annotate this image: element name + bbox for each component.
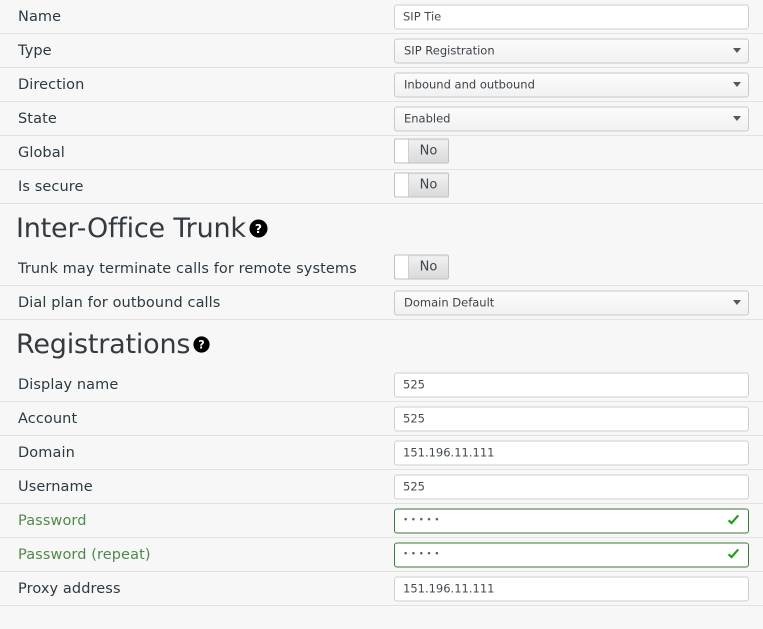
- account-input-wrap: [394, 406, 749, 431]
- form-row-name: Name: [0, 0, 763, 34]
- proxy-address-input[interactable]: [394, 576, 749, 601]
- domain-input[interactable]: [394, 440, 749, 465]
- form-row-type: Type SIP Registration: [0, 34, 763, 68]
- control-type: SIP Registration: [394, 38, 749, 63]
- state-select[interactable]: Enabled: [394, 106, 749, 131]
- chevron-down-icon: [733, 116, 741, 121]
- account-input[interactable]: [394, 406, 749, 431]
- form-row-account: Account: [0, 402, 763, 436]
- control-state: Enabled: [394, 106, 749, 131]
- password-input[interactable]: [394, 508, 749, 533]
- label-direction: Direction: [18, 76, 85, 93]
- dial-plan-select[interactable]: Domain Default: [394, 290, 749, 315]
- dial-plan-select-value: Domain Default: [404, 295, 495, 309]
- form-row-global: Global No: [0, 136, 763, 170]
- help-circle-icon[interactable]: ?: [249, 218, 268, 238]
- global-toggle[interactable]: No: [394, 138, 449, 163]
- display-name-input[interactable]: [394, 372, 749, 397]
- label-state: State: [18, 110, 57, 127]
- form-row-proxy-address: Proxy address: [0, 572, 763, 606]
- username-input[interactable]: [394, 474, 749, 499]
- section-title-inter-office-trunk: Inter-Office Trunk: [16, 212, 246, 244]
- label-account: Account: [18, 410, 78, 427]
- state-select-value: Enabled: [404, 111, 451, 125]
- general-settings-section: Name Type SIP Registration Direction: [0, 0, 763, 204]
- form-row-direction: Direction Inbound and outbound: [0, 68, 763, 102]
- control-name: [394, 4, 749, 29]
- trunk-terminate-toggle[interactable]: No: [394, 254, 449, 279]
- registrations-section: Display name Account Domain: [0, 368, 763, 606]
- trunk-terminate-toggle-value: No: [419, 259, 438, 274]
- password-repeat-input-wrap: •••••: [394, 542, 749, 567]
- svg-text:?: ?: [199, 338, 205, 351]
- proxy-address-input-wrap: [394, 576, 749, 601]
- control-dial-plan: Domain Default: [394, 290, 749, 315]
- label-trunk-terminate: Trunk may terminate calls for remote sys…: [18, 260, 357, 277]
- is-secure-toggle-value: No: [419, 177, 438, 192]
- control-proxy-address: [394, 576, 749, 601]
- form-row-password: Password •••••: [0, 504, 763, 538]
- inter-office-trunk-section: Trunk may terminate calls for remote sys…: [0, 252, 763, 320]
- type-select[interactable]: SIP Registration: [394, 38, 749, 63]
- control-global: No: [394, 138, 749, 167]
- control-password: •••••: [394, 508, 749, 533]
- form-row-trunk-terminate: Trunk may terminate calls for remote sys…: [0, 252, 763, 286]
- toggle-knob: [395, 255, 409, 278]
- form-row-state: State Enabled: [0, 102, 763, 136]
- global-toggle-value: No: [419, 143, 438, 158]
- label-password: Password: [18, 512, 87, 529]
- toggle-knob: [395, 173, 409, 196]
- chevron-down-icon: [733, 300, 741, 305]
- form-row-display-name: Display name: [0, 368, 763, 402]
- label-global: Global: [18, 144, 65, 161]
- direction-select[interactable]: Inbound and outbound: [394, 72, 749, 97]
- form-row-is-secure: Is secure No: [0, 170, 763, 204]
- name-input-wrap: [394, 4, 749, 29]
- username-input-wrap: [394, 474, 749, 499]
- label-domain: Domain: [18, 444, 75, 461]
- name-input[interactable]: [394, 4, 749, 29]
- control-domain: [394, 440, 749, 465]
- control-is-secure: No: [394, 172, 749, 201]
- settings-form-page: Name Type SIP Registration Direction: [0, 0, 763, 629]
- control-trunk-terminate: No: [394, 254, 749, 283]
- type-select-value: SIP Registration: [404, 43, 495, 57]
- direction-select-value: Inbound and outbound: [404, 77, 535, 91]
- inter-office-trunk-heading: Inter-Office Trunk ?: [0, 204, 763, 252]
- domain-input-wrap: [394, 440, 749, 465]
- password-input-wrap: •••••: [394, 508, 749, 533]
- control-password-repeat: •••••: [394, 542, 749, 567]
- label-username: Username: [18, 478, 93, 495]
- toggle-knob: [395, 139, 409, 162]
- label-name: Name: [18, 8, 62, 25]
- form-row-password-repeat: Password (repeat) •••••: [0, 538, 763, 572]
- form-row-domain: Domain: [0, 436, 763, 470]
- label-proxy-address: Proxy address: [18, 580, 121, 597]
- label-is-secure: Is secure: [18, 178, 84, 195]
- label-password-repeat: Password (repeat): [18, 546, 151, 563]
- form-row-username: Username: [0, 470, 763, 504]
- display-name-input-wrap: [394, 372, 749, 397]
- control-direction: Inbound and outbound: [394, 72, 749, 97]
- registrations-heading: Registrations ?: [0, 320, 763, 368]
- is-secure-toggle[interactable]: No: [394, 172, 449, 197]
- label-type: Type: [18, 42, 52, 59]
- label-dial-plan: Dial plan for outbound calls: [18, 294, 221, 311]
- help-circle-icon[interactable]: ?: [193, 335, 210, 353]
- password-repeat-input[interactable]: [394, 542, 749, 567]
- svg-text:?: ?: [255, 221, 262, 235]
- control-account: [394, 406, 749, 431]
- label-display-name: Display name: [18, 376, 119, 393]
- control-username: [394, 474, 749, 499]
- section-title-registrations: Registrations: [16, 328, 191, 360]
- chevron-down-icon: [733, 48, 741, 53]
- control-display-name: [394, 372, 749, 397]
- chevron-down-icon: [733, 82, 741, 87]
- form-row-dial-plan: Dial plan for outbound calls Domain Defa…: [0, 286, 763, 320]
